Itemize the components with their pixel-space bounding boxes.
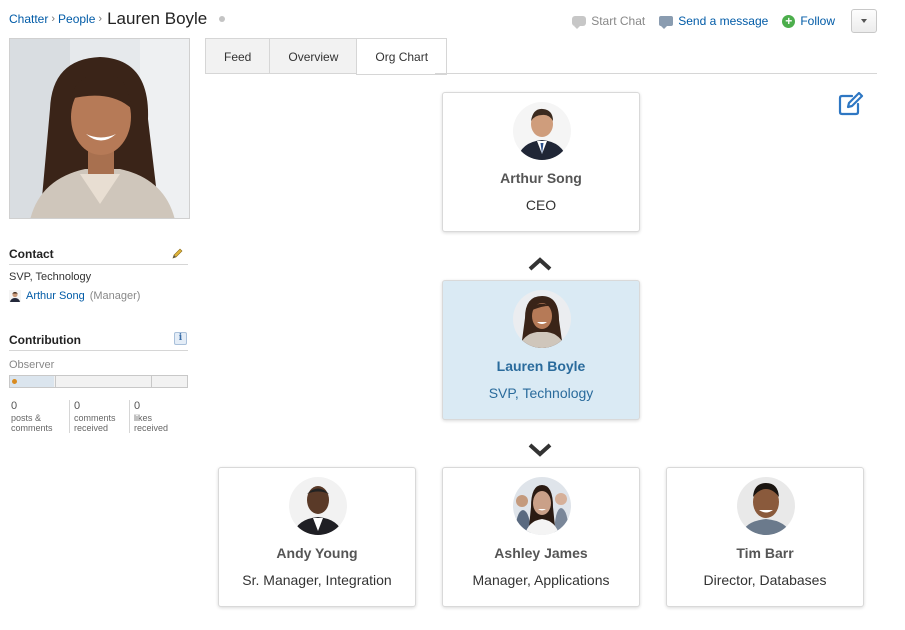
contribution-section-heading: Contribution i — [9, 332, 188, 351]
org-card-report[interactable]: Ashley James Manager, Applications — [442, 467, 640, 607]
stat-label-line2: comments — [11, 423, 53, 433]
contact-section-heading: Contact — [9, 247, 188, 265]
org-card-role: Director, Databases — [703, 572, 827, 588]
breadcrumb-chatter-link[interactable]: Chatter — [9, 12, 48, 26]
org-card-name: Tim Barr — [736, 545, 794, 561]
stat-label-line1: likes — [134, 413, 153, 423]
manager-avatar — [9, 290, 21, 302]
tab-org-chart[interactable]: Org Chart — [356, 38, 448, 75]
org-card-name: Andy Young — [276, 545, 358, 561]
org-card-manager[interactable]: Arthur Song CEO — [442, 92, 640, 232]
start-chat-button[interactable]: Start Chat — [572, 14, 646, 29]
stat-value: 0 — [11, 400, 18, 412]
dropdown-caret-icon — [861, 19, 867, 23]
stat-label-line1: posts & — [11, 413, 42, 423]
profile-photo — [9, 38, 190, 219]
avatar — [737, 477, 795, 535]
send-message-label: Send a message — [678, 14, 769, 28]
tab-feed[interactable]: Feed — [205, 38, 270, 74]
edit-icon[interactable] — [838, 92, 865, 116]
contribution-heading-label: Contribution — [9, 333, 81, 347]
start-chat-label: Start Chat — [591, 14, 646, 28]
org-card-name: Lauren Boyle — [496, 358, 586, 374]
contribution-stats: 0 posts & comments 0 comments received 0… — [9, 400, 189, 433]
breadcrumb: Chatter › People › Lauren Boyle — [9, 9, 226, 29]
breadcrumb-separator: › — [51, 13, 56, 25]
org-card-name: Ashley James — [494, 545, 588, 561]
follow-plus-icon: + — [782, 14, 796, 28]
header-actions: Start Chat Send a message + Follow — [558, 9, 877, 33]
manager-suffix: (Manager) — [89, 290, 141, 302]
pencil-icon[interactable] — [171, 248, 184, 260]
follow-label: Follow — [800, 14, 835, 28]
chat-icon — [572, 16, 587, 29]
org-card-report[interactable]: Andy Young Sr. Manager, Integration — [218, 467, 416, 607]
stat-posts-comments: 0 posts & comments — [9, 400, 69, 433]
progress-marker — [12, 379, 17, 384]
contact-heading-label: Contact — [9, 247, 54, 261]
avatar — [289, 477, 347, 535]
chevron-up-icon[interactable] — [528, 257, 552, 271]
contribution-level: Observer — [9, 359, 55, 371]
page-title: Lauren Boyle — [107, 9, 208, 28]
presence-status-dot — [219, 16, 226, 22]
profile-tabs: Feed Overview Org Chart — [205, 38, 448, 75]
stat-value: 0 — [134, 400, 141, 412]
tab-overview[interactable]: Overview — [269, 38, 357, 74]
send-message-button[interactable]: Send a message — [659, 14, 769, 29]
more-actions-dropdown[interactable] — [851, 9, 877, 33]
stat-label-line1: comments — [74, 413, 116, 423]
org-card-role: Sr. Manager, Integration — [242, 572, 392, 588]
info-icon[interactable]: i — [174, 332, 187, 345]
stat-label-line2: received — [134, 423, 169, 433]
message-icon — [659, 16, 674, 29]
org-card-report[interactable]: Tim Barr Director, Databases — [666, 467, 864, 607]
org-card-name: Arthur Song — [500, 170, 582, 186]
breadcrumb-separator: › — [98, 13, 103, 25]
progress-tick — [151, 376, 152, 387]
org-card-role: SVP, Technology — [488, 385, 594, 401]
org-card-role: CEO — [525, 197, 557, 213]
tab-divider — [435, 73, 877, 74]
stat-label-line2: received — [74, 423, 109, 433]
contribution-progress-bar — [9, 375, 188, 388]
progress-tick — [55, 376, 56, 387]
manager-link[interactable]: Arthur Song — [26, 290, 85, 302]
stat-value: 0 — [74, 400, 81, 412]
avatar — [513, 477, 571, 535]
avatar — [513, 290, 571, 348]
org-card-role: Manager, Applications — [472, 572, 610, 588]
contact-job-title: SVP, Technology — [9, 271, 92, 283]
follow-button[interactable]: + Follow — [782, 14, 835, 28]
breadcrumb-people-link[interactable]: People — [58, 12, 95, 26]
avatar — [513, 102, 571, 160]
org-card-selected[interactable]: Lauren Boyle SVP, Technology — [442, 280, 640, 420]
stat-comments-received: 0 comments received — [69, 400, 129, 433]
stat-likes-received: 0 likes received — [129, 400, 189, 433]
chevron-down-icon[interactable] — [528, 443, 552, 457]
manager-row: Arthur Song (Manager) — [9, 290, 140, 302]
